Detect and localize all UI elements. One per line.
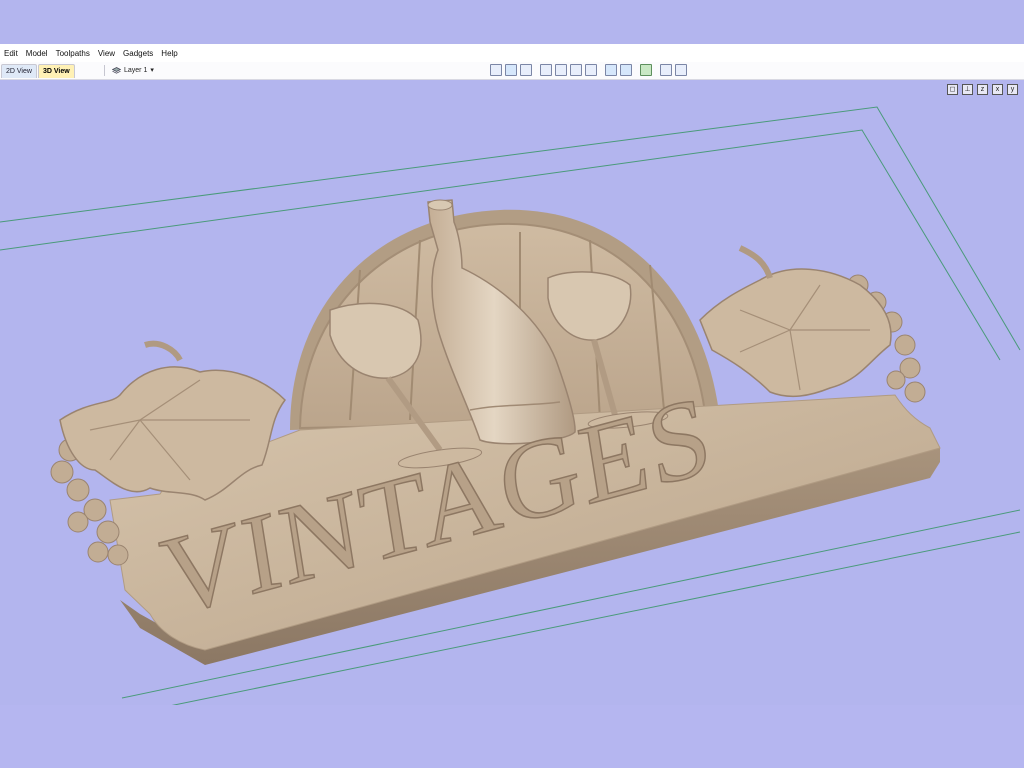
zoom-out-icon[interactable]	[585, 64, 597, 76]
tab-3d-view[interactable]: 3D View	[38, 64, 75, 78]
render-icon[interactable]	[640, 64, 652, 76]
layer-label: Layer 1	[124, 67, 148, 74]
tile-view-icon[interactable]	[675, 64, 687, 76]
toolbar-separator	[104, 65, 105, 76]
zoom-in-icon[interactable]	[570, 64, 582, 76]
layers-icon	[112, 67, 121, 74]
menu-gadgets[interactable]: Gadgets	[119, 49, 157, 58]
model-scene: VINTAGES	[0, 106, 1021, 705]
menu-help[interactable]: Help	[157, 49, 181, 58]
orbit-icon[interactable]	[620, 64, 632, 76]
menu-edit[interactable]: Edit	[0, 49, 22, 58]
layer-dropdown[interactable]: Layer 1 ▾	[112, 65, 154, 77]
menu-view[interactable]: View	[94, 49, 119, 58]
pan-icon[interactable]	[540, 64, 552, 76]
zoom-extents-icon[interactable]	[505, 64, 517, 76]
view-toolbar: 2D View 3D View Layer 1 ▾	[0, 62, 1024, 80]
zoom-fit-icon[interactable]	[555, 64, 567, 76]
rotate-view-icon[interactable]	[605, 64, 617, 76]
menu-toolpaths[interactable]: Toolpaths	[52, 49, 94, 58]
menu-bar: Edit Model Toolpaths View Gadgets Help	[0, 44, 1024, 63]
menu-model[interactable]: Model	[22, 49, 52, 58]
view-tools	[490, 64, 687, 76]
sign-model: VINTAGES	[50, 199, 941, 665]
grid-icon[interactable]	[520, 64, 532, 76]
zoom-box-icon[interactable]	[490, 64, 502, 76]
tab-2d-view[interactable]: 2D View	[1, 64, 37, 78]
bottom-margin	[0, 705, 1024, 768]
3d-viewport[interactable]: ◻ ⊥ z x y VINTAGES	[0, 80, 1024, 705]
chevron-down-icon: ▾	[150, 67, 154, 74]
right-grape-leaf-carving	[699, 245, 926, 403]
split-view-icon[interactable]	[660, 64, 672, 76]
